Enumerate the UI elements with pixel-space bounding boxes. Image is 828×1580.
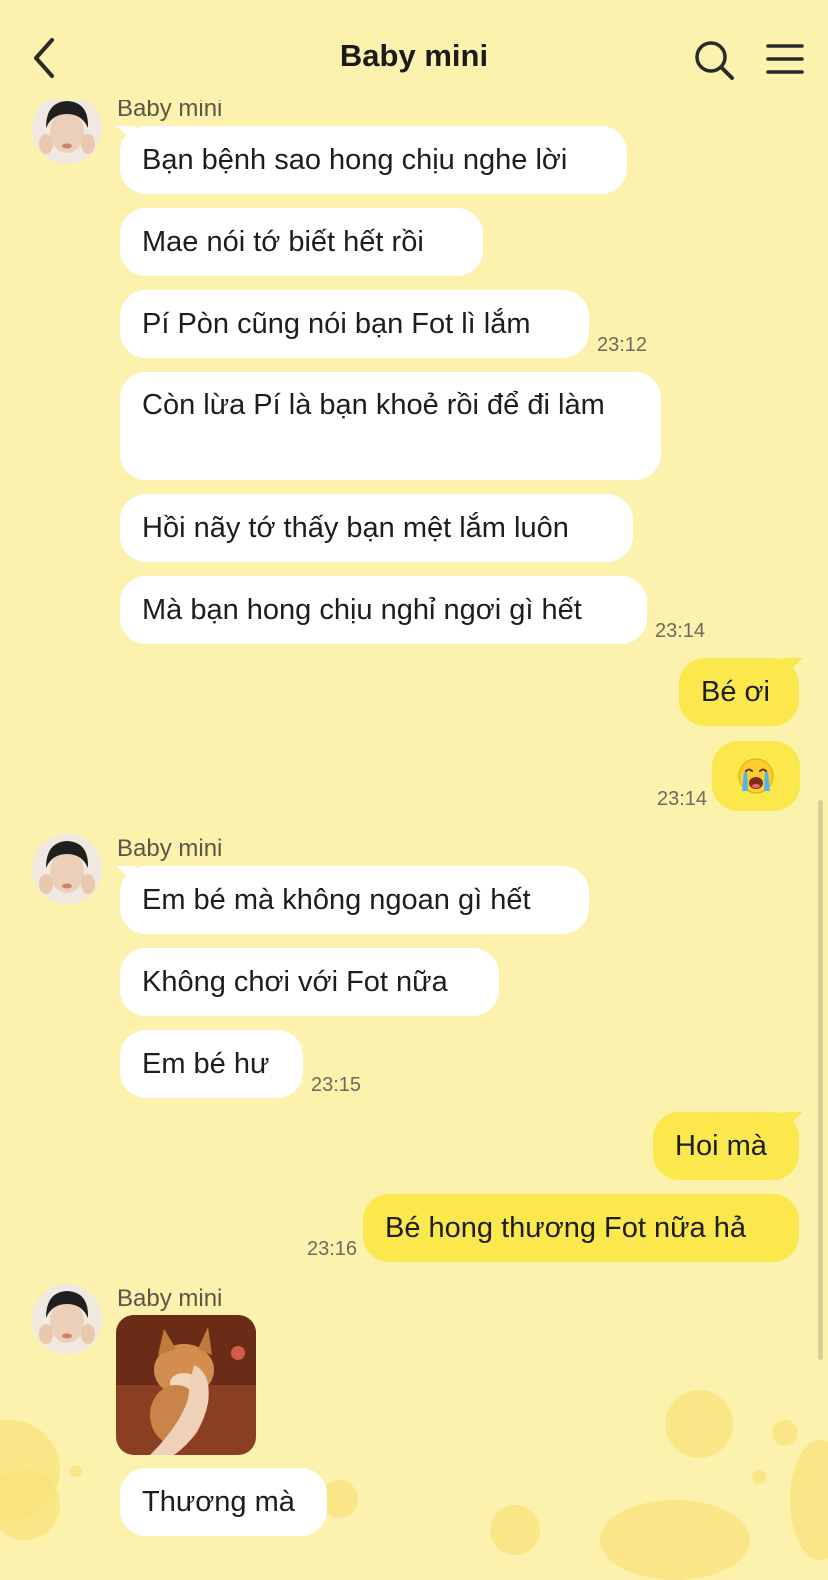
avatar[interactable] bbox=[32, 1284, 102, 1354]
incoming-message[interactable]: Không chơi với Fot nữa bbox=[120, 948, 499, 1016]
message-text: Em bé hư bbox=[142, 1048, 270, 1080]
avatar[interactable] bbox=[32, 834, 102, 904]
message-text: Bé ơi bbox=[701, 676, 770, 708]
message-text: Em bé mà không ngoan gì hết bbox=[142, 884, 531, 916]
background-decoration bbox=[665, 1390, 733, 1458]
outgoing-message[interactable]: Bé hong thương Fot nữa hả bbox=[363, 1194, 799, 1262]
message-text: Mae nói tớ biết hết rồi bbox=[142, 226, 424, 258]
scrollbar[interactable] bbox=[818, 800, 823, 1360]
incoming-message[interactable]: Còn lừa Pí là bạn khoẻ rồi để đi làm bbox=[120, 372, 661, 480]
incoming-message[interactable]: Hồi nãy tớ thấy bạn mệt lắm luôn bbox=[120, 494, 633, 562]
message-text: Hồi nãy tớ thấy bạn mệt lắm luôn bbox=[142, 512, 569, 544]
outgoing-message[interactable]: Bé ơi bbox=[679, 658, 799, 726]
background-decoration bbox=[490, 1505, 540, 1555]
incoming-message[interactable]: Mà bạn hong chịu nghỉ ngơi gì hết bbox=[120, 576, 647, 644]
message-text: Còn lừa Pí là bạn khoẻ rồi để đi làm bbox=[142, 389, 605, 421]
message-time: 23:14 bbox=[657, 788, 708, 810]
sender-name: Baby mini bbox=[117, 1285, 223, 1312]
background-decoration bbox=[752, 1470, 766, 1484]
background-decoration bbox=[70, 1465, 82, 1477]
outgoing-message[interactable]: Hoi mà bbox=[653, 1112, 799, 1180]
chat-header: Baby mini bbox=[0, 0, 828, 100]
incoming-message[interactable]: Em bé hư bbox=[120, 1030, 303, 1098]
background-decoration bbox=[790, 1440, 828, 1560]
incoming-message[interactable]: Bạn bệnh sao hong chịu nghe lời bbox=[120, 126, 627, 194]
message-text: Bạn bệnh sao hong chịu nghe lời bbox=[142, 144, 568, 176]
message-text: Thương mà bbox=[142, 1486, 295, 1518]
message-time: 23:12 bbox=[597, 334, 648, 356]
message-time: 23:16 bbox=[307, 1238, 358, 1260]
message-time: 23:15 bbox=[311, 1074, 362, 1096]
avatar[interactable] bbox=[32, 94, 102, 164]
outgoing-emoji-message[interactable] bbox=[712, 741, 800, 811]
shiba-dog-photo[interactable] bbox=[116, 1315, 256, 1455]
incoming-message[interactable]: Mae nói tớ biết hết rồi bbox=[120, 208, 483, 276]
message-text: Pí Pòn cũng nói bạn Fot lì lắm bbox=[142, 308, 531, 340]
hamburger-menu-icon[interactable] bbox=[764, 40, 806, 78]
message-text: Mà bạn hong chịu nghỉ ngơi gì hết bbox=[142, 594, 582, 626]
background-decoration bbox=[600, 1500, 750, 1580]
message-text: Hoi mà bbox=[675, 1130, 767, 1162]
loudly-crying-face-emoji bbox=[738, 758, 774, 794]
background-decoration bbox=[772, 1420, 798, 1446]
message-text: Bé hong thương Fot nữa hả bbox=[385, 1212, 746, 1244]
search-icon[interactable] bbox=[692, 38, 736, 82]
message-time: 23:14 bbox=[655, 620, 706, 642]
sender-name: Baby mini bbox=[117, 835, 223, 862]
message-text: Không chơi với Fot nữa bbox=[142, 966, 448, 998]
incoming-message[interactable]: Pí Pòn cũng nói bạn Fot lì lắm bbox=[120, 290, 589, 358]
incoming-message[interactable]: Thương mà bbox=[120, 1468, 327, 1536]
incoming-message[interactable]: Em bé mà không ngoan gì hết bbox=[120, 866, 589, 934]
